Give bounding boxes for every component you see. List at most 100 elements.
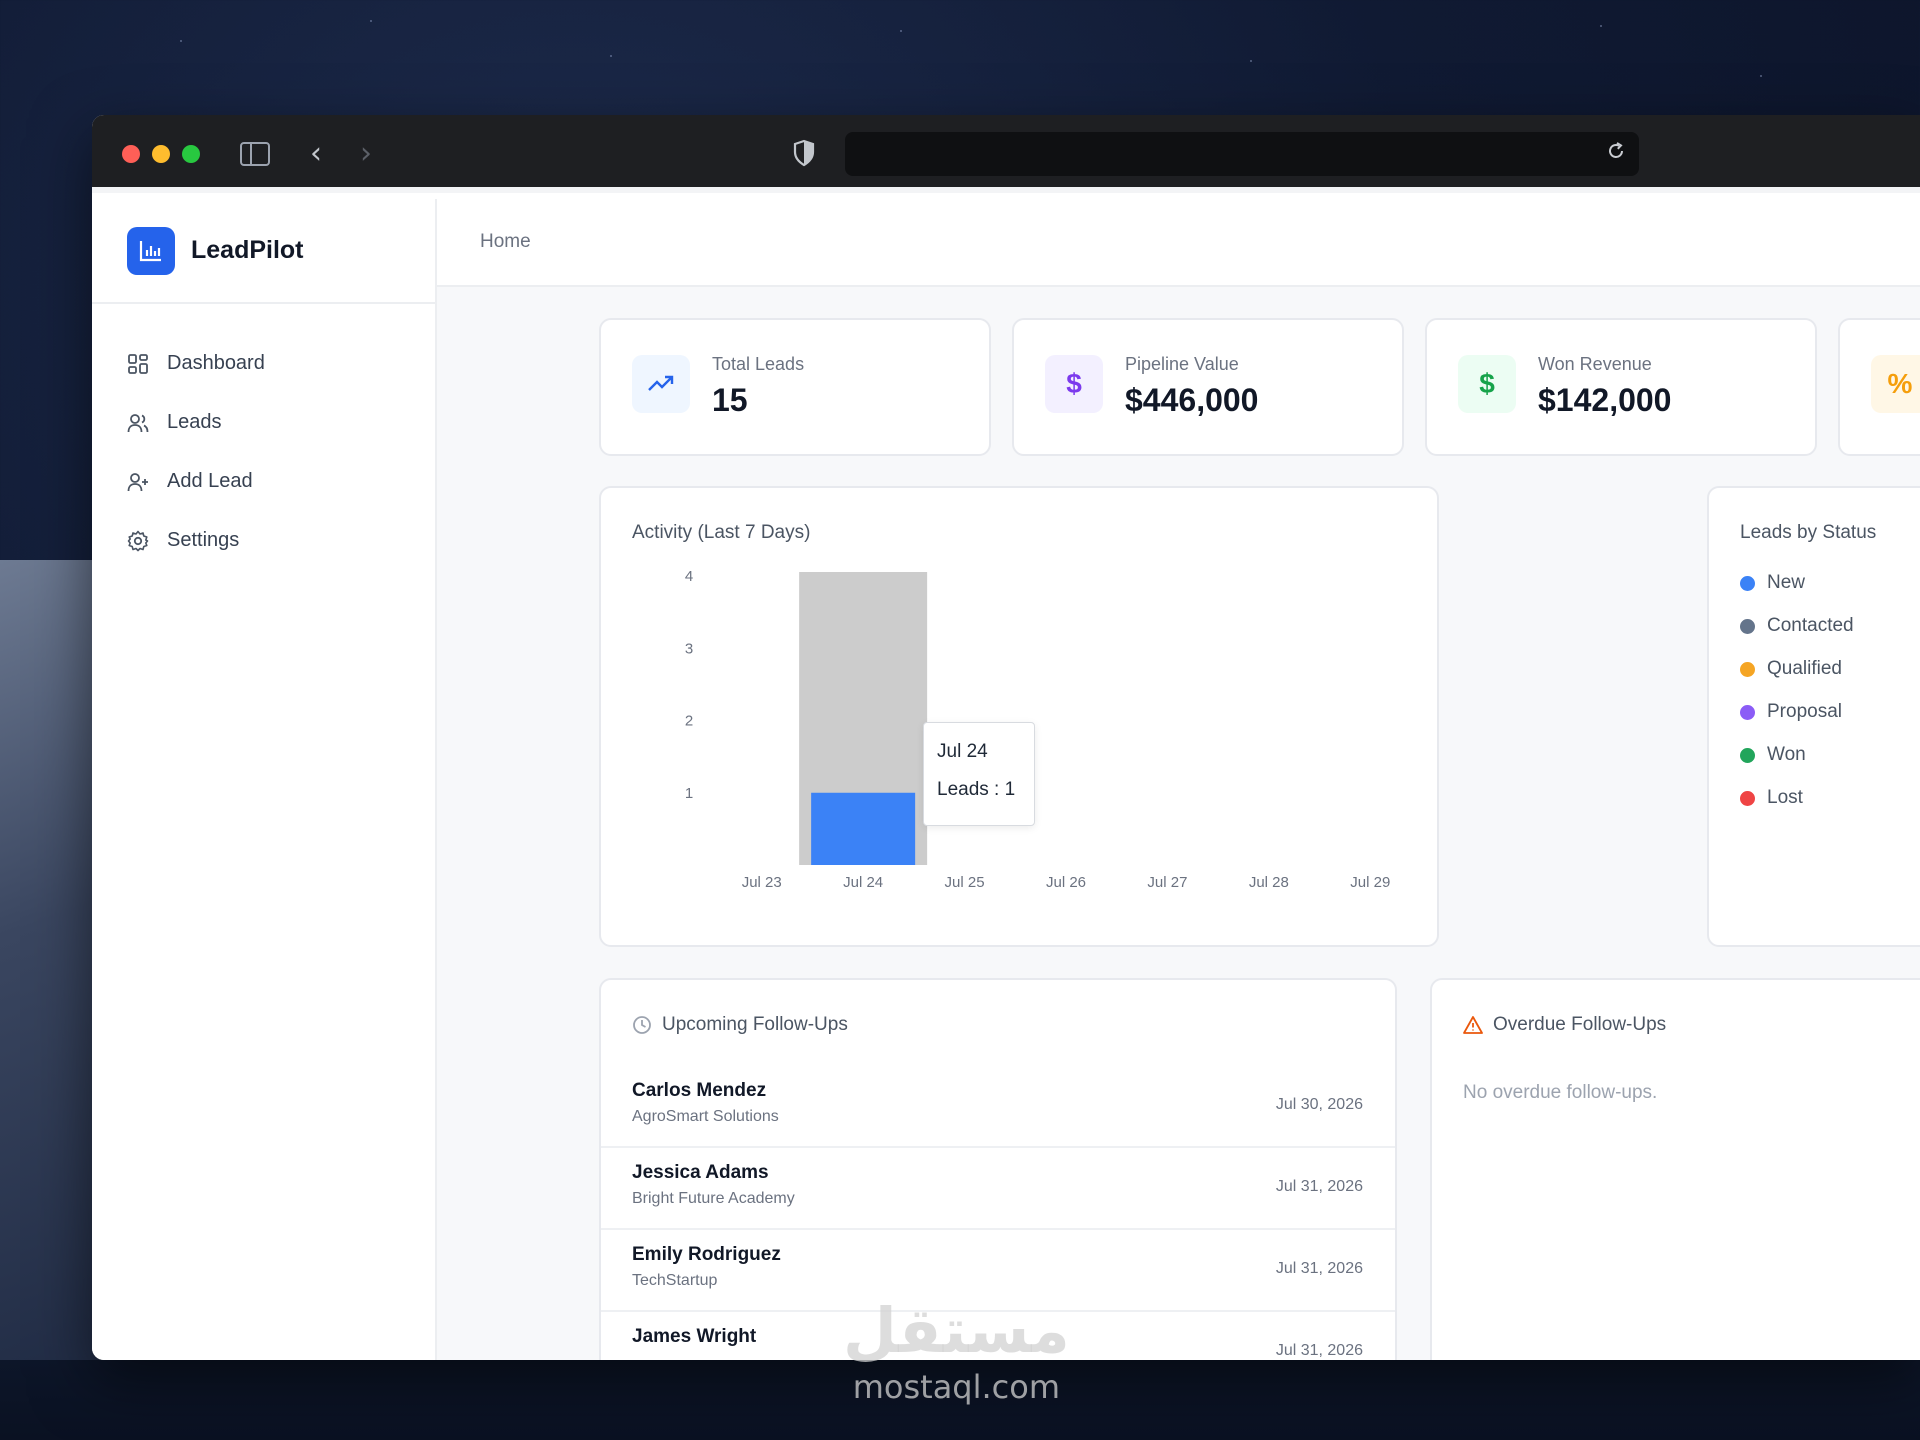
top-bar: Home xyxy=(437,199,1920,287)
back-icon[interactable]: ‹ xyxy=(310,139,322,169)
users-icon xyxy=(127,413,149,432)
overdue-follow-ups-card: Overdue Follow-Ups No overdue follow-ups… xyxy=(1430,978,1920,1360)
forward-icon[interactable]: › xyxy=(360,139,372,169)
x-tick-label: Jul 26 xyxy=(1046,874,1086,891)
follow-up-row[interactable]: Jessica Adams Bright Future Academy Jul … xyxy=(601,1148,1395,1230)
stat-card-won-revenue: $ Won Revenue $142,000 xyxy=(1425,318,1817,456)
lead-name: Emily Rodriguez xyxy=(632,1244,781,1265)
status-title: Leads by Status xyxy=(1740,522,1877,543)
legend-label: New xyxy=(1767,572,1806,593)
upcoming-header: Upcoming Follow-Ups xyxy=(632,1014,848,1036)
lead-company: Bright Future Academy xyxy=(632,1190,795,1207)
activity-chart-card: Activity (Last 7 Days) 2 3 4 Jul 23 Jul 24 Ju… xyxy=(599,486,1439,947)
x-tick-label: Jul 25 xyxy=(945,874,985,891)
gear-icon xyxy=(127,530,149,551)
y-tick-label: 2 xyxy=(685,713,693,730)
chart-tooltip: Jul 24 Leads : 1 xyxy=(923,722,1035,826)
sidebar-item-dashboard[interactable]: Dashboard xyxy=(92,334,435,393)
sidebar-item-label: Settings xyxy=(167,529,240,551)
legend-dot xyxy=(1740,618,1755,634)
close-window-button[interactable] xyxy=(122,145,140,163)
maximize-window-button[interactable] xyxy=(182,145,200,163)
stat-label: Won Revenue xyxy=(1538,354,1652,374)
bar-jul-24 xyxy=(811,792,916,865)
legend-dot xyxy=(1740,747,1755,763)
shield-icon[interactable] xyxy=(792,139,816,167)
x-tick-label: Jul 27 xyxy=(1147,874,1187,891)
y-tick-label: 4 xyxy=(685,568,693,585)
legend-label: Contacted xyxy=(1767,615,1854,636)
legend-dot xyxy=(1740,704,1755,720)
stat-card-total-leads: Total Leads 15 xyxy=(599,318,991,456)
clock-icon xyxy=(633,1016,651,1034)
dashboard-icon xyxy=(128,353,148,374)
sidebar-nav: Dashboard Leads Add Lead Settings xyxy=(92,304,435,570)
brand[interactable]: LeadPilot xyxy=(92,199,435,304)
lead-name: Carlos Mendez xyxy=(632,1080,767,1101)
lead-name: Jessica Adams xyxy=(632,1162,769,1183)
watermark-latin: mostaql.com xyxy=(852,1368,1061,1406)
x-tick-label: Jul 28 xyxy=(1249,874,1289,891)
sidebar-item-label: Add Lead xyxy=(167,470,253,492)
minimize-window-button[interactable] xyxy=(152,145,170,163)
stat-label: Total Leads xyxy=(712,354,805,374)
legend-label: Qualified xyxy=(1767,658,1842,679)
user-plus-icon xyxy=(127,472,148,491)
x-tick-label: Jul 24 xyxy=(843,874,883,891)
trending-up-icon xyxy=(632,355,690,413)
lead-company: AgroSmart Solutions xyxy=(632,1108,779,1125)
breadcrumb[interactable]: Home xyxy=(480,231,531,253)
dollar-icon: $ xyxy=(1045,355,1103,413)
percent-icon: % xyxy=(1871,355,1920,413)
address-bar[interactable] xyxy=(845,132,1639,176)
y-tick-label: 3 xyxy=(685,640,693,657)
legend-item-won[interactable]: Won xyxy=(1740,744,1806,766)
legend-item-lost[interactable]: Lost xyxy=(1740,787,1803,809)
stat-value: $446,000 xyxy=(1125,382,1259,418)
upcoming-title: Upcoming Follow-Ups xyxy=(662,1014,848,1035)
stat-value: $142,000 xyxy=(1538,382,1672,418)
stat-card-pipeline-value: $ Pipeline Value $446,000 xyxy=(1012,318,1404,456)
lead-name: James Wright xyxy=(632,1326,757,1347)
x-tick-label: Jul 29 xyxy=(1350,874,1390,891)
stat-card-conversion: % xyxy=(1838,318,1920,456)
legend-dot xyxy=(1740,790,1755,806)
legend-item-contacted[interactable]: Contacted xyxy=(1740,615,1854,637)
bar-chart-logo-icon xyxy=(127,226,175,275)
stat-label: Pipeline Value xyxy=(1125,354,1239,374)
follow-up-row[interactable]: Carlos Mendez AgroSmart Solutions Jul 30… xyxy=(601,1066,1395,1148)
sidebar-item-add-lead[interactable]: Add Lead xyxy=(92,452,435,511)
sidebar-item-leads[interactable]: Leads xyxy=(92,393,435,452)
reload-icon[interactable] xyxy=(1605,140,1627,162)
sidebar-toggle-icon[interactable] xyxy=(240,142,270,166)
app-name: LeadPilot xyxy=(191,236,304,264)
browser-toolbar: ‹ › xyxy=(92,115,1920,193)
legend-label: Lost xyxy=(1767,787,1803,808)
watermark-arabic: مستقل xyxy=(843,1294,1070,1367)
legend-item-new[interactable]: New xyxy=(1740,572,1805,594)
empty-state-text: No overdue follow-ups. xyxy=(1463,1082,1658,1103)
leads-by-status-card: Leads by Status New Contacted Qualified … xyxy=(1707,486,1920,947)
sidebar-item-label: Leads xyxy=(167,411,222,433)
stat-value: 15 xyxy=(712,382,748,418)
follow-up-date: Jul 31, 2026 xyxy=(1275,1260,1363,1277)
main-content: Home Total Leads 15 $ Pipeline Value $44… xyxy=(437,199,1920,1360)
overdue-header: Overdue Follow-Ups xyxy=(1463,1014,1666,1036)
sidebar-item-label: Dashboard xyxy=(167,352,265,374)
activity-bar-chart: 2 3 4 Jul 23 Jul 24 Jul 25 Jul 26 Jul 27 Jul 28 J… xyxy=(685,568,1390,891)
dollar-icon: $ xyxy=(1458,355,1516,413)
follow-up-date: Jul 31, 2026 xyxy=(1275,1342,1363,1359)
legend-dot xyxy=(1740,661,1755,677)
legend-item-qualified[interactable]: Qualified xyxy=(1740,658,1842,680)
warning-icon xyxy=(1463,1016,1483,1034)
legend-item-proposal[interactable]: Proposal xyxy=(1740,701,1842,723)
y-tick-label: 1 xyxy=(685,785,693,802)
lead-company: TechStartup xyxy=(632,1272,718,1289)
overdue-title: Overdue Follow-Ups xyxy=(1493,1014,1667,1035)
tooltip-value: Leads : 1 xyxy=(937,779,1016,800)
sidebar: LeadPilot Dashboard Leads Add Lead Setti… xyxy=(92,199,437,1360)
sidebar-item-settings[interactable]: Settings xyxy=(92,511,435,570)
watermark: مستقل mostaql.com xyxy=(843,1294,1070,1407)
legend-label: Won xyxy=(1767,744,1806,765)
x-tick-label: Jul 23 xyxy=(742,874,782,891)
